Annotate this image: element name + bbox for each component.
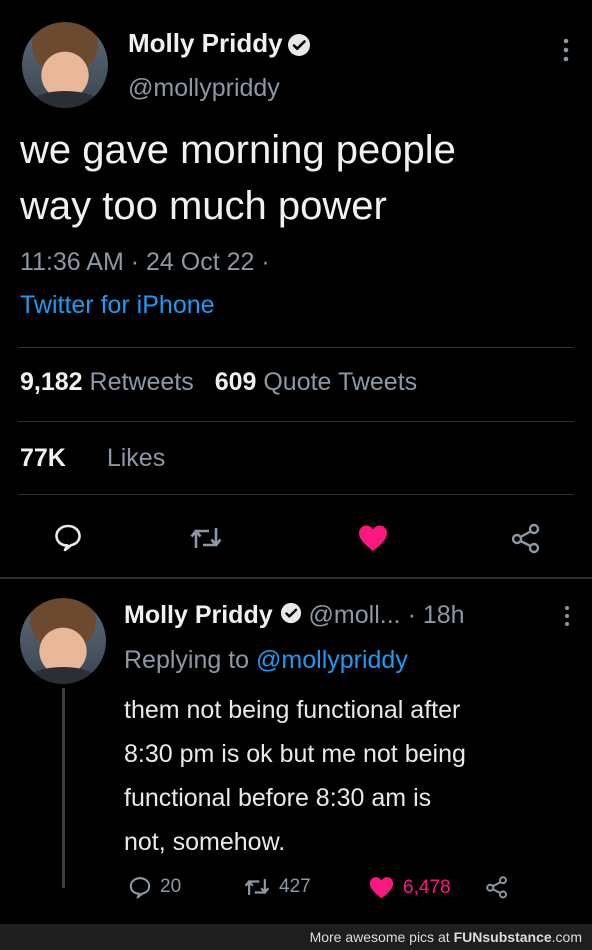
footer-domain: .com	[551, 929, 582, 945]
more-options-icon[interactable]	[562, 604, 572, 628]
retweets-stat[interactable]: 9,182 Retweets	[20, 368, 201, 396]
reply-avatar[interactable]	[20, 598, 106, 684]
reply-handle[interactable]: @moll...	[309, 601, 401, 629]
tweet-text-line: we gave morning people	[20, 128, 456, 172]
reply-count: 20	[160, 876, 182, 897]
likes-label: Likes	[106, 444, 166, 472]
divider	[18, 494, 574, 495]
quotes-label: Quote Tweets	[263, 368, 418, 396]
section-divider	[0, 577, 592, 579]
divider	[18, 347, 574, 348]
retweet-icon[interactable]	[189, 524, 223, 552]
tweet-text: we gave morning people way too much powe…	[20, 122, 456, 234]
reply-icon	[128, 875, 152, 899]
watermark-footer: More awesome pics at FUNsubstance .com	[0, 924, 592, 950]
reply-icon[interactable]	[53, 522, 83, 552]
retweets-count: 9,182	[20, 368, 83, 396]
likes-count: 77K	[20, 444, 66, 472]
verified-badge-icon	[280, 602, 302, 631]
author-handle[interactable]: @mollypriddy	[128, 74, 280, 103]
replying-to-prefix: Replying to	[124, 646, 250, 674]
replying-to-handle[interactable]: @mollypriddy	[256, 646, 408, 674]
retweet-icon	[243, 876, 271, 898]
footer-text: More awesome pics at	[309, 929, 450, 945]
verified-badge-icon	[287, 33, 311, 62]
author-name[interactable]: Molly Priddy	[128, 28, 283, 58]
quotes-count: 609	[214, 368, 257, 396]
quotes-stat[interactable]: 609 Quote Tweets	[215, 368, 417, 396]
like-count: 6,478	[403, 876, 451, 898]
replying-to: Replying to @mollypriddy	[124, 646, 408, 675]
tweet-author: Molly Priddy	[128, 28, 311, 62]
reply-text-line: functional before 8:30 am is	[124, 784, 432, 812]
avatar[interactable]	[22, 22, 108, 108]
reply-text-line: them not being functional after	[124, 696, 461, 724]
heart-icon	[368, 875, 395, 900]
reply-author-name[interactable]: Molly Priddy	[124, 601, 273, 629]
likes-stat[interactable]: 77K Likes	[20, 444, 165, 473]
thread-line	[62, 688, 65, 888]
reply-header: Molly Priddy @moll... · 18h	[124, 601, 465, 631]
more-options-icon[interactable]	[560, 36, 572, 64]
reply-text-line: 8:30 pm is ok but me not being	[124, 740, 466, 768]
reply-text: them not being functional after 8:30 pm …	[124, 688, 466, 864]
reply-reply-action[interactable]: 20	[128, 875, 181, 899]
reply-retweet-action[interactable]: 427	[243, 876, 311, 898]
retweet-count: 427	[279, 876, 311, 897]
divider	[18, 421, 574, 422]
reply-age: · 18h	[407, 601, 465, 629]
tweet-text-line: way too much power	[20, 184, 387, 228]
retweets-label: Retweets	[89, 368, 194, 396]
footer-brand: FUNsubstance	[453, 929, 552, 945]
source-link[interactable]: Twitter for iPhone	[20, 291, 215, 320]
engagement-stats: 9,182 Retweets 609 Quote Tweets	[20, 368, 417, 397]
share-icon[interactable]	[485, 875, 509, 899]
reply-text-line: not, somehow.	[124, 828, 286, 856]
reply-like-action[interactable]: 6,478	[368, 875, 451, 900]
timestamp[interactable]: 11:36 AM · 24 Oct 22 ·	[20, 248, 270, 277]
heart-icon[interactable]	[357, 523, 389, 553]
share-icon[interactable]	[510, 522, 542, 554]
